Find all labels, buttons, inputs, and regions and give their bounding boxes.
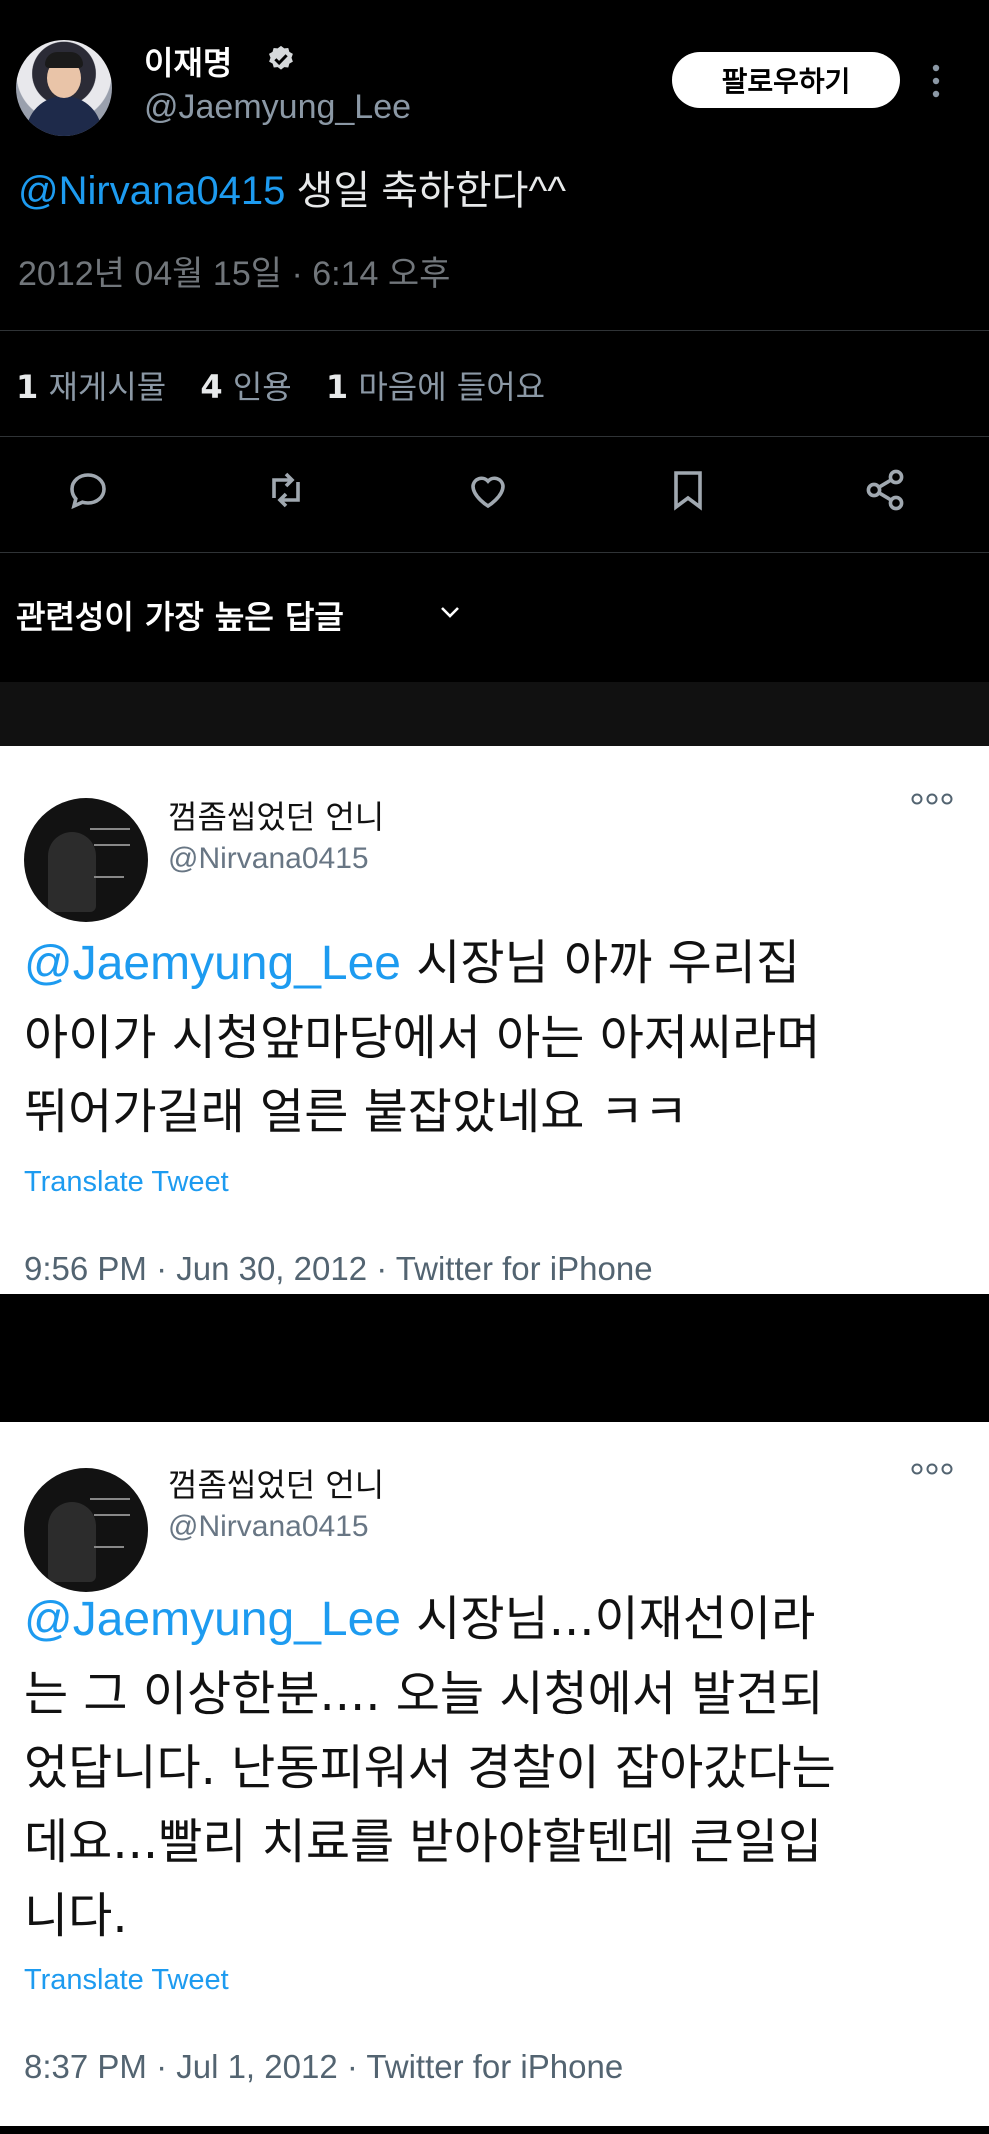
reply-icon[interactable] <box>64 466 112 514</box>
more-options-icon[interactable] <box>910 792 954 806</box>
more-options-icon[interactable] <box>910 1462 954 1476</box>
more-options-icon[interactable] <box>932 64 940 98</box>
reply-meta[interactable]: 9:56 PM · Jun 30, 2012 · Twitter for iPh… <box>24 1250 653 1288</box>
replies-sort-dropdown[interactable]: 관련성이 가장 높은 답글 <box>16 592 344 638</box>
like-heart-icon[interactable] <box>464 466 512 514</box>
reply-author-name[interactable]: 껌좀씹었던 언니 <box>168 792 384 838</box>
verified-badge-icon <box>269 45 293 70</box>
tweet-body: 생일 축하한다^^ <box>285 169 566 213</box>
tweet-timestamp[interactable]: 2012년 04월 15일 · 6:14 오후 <box>18 246 450 295</box>
divider <box>0 552 989 553</box>
translate-tweet-link[interactable]: Translate Tweet <box>24 1166 229 1199</box>
stat-quotes[interactable]: 4 인용 <box>200 368 291 406</box>
stat-reposts[interactable]: 1 재게시물 <box>16 368 166 406</box>
divider <box>0 436 989 437</box>
bookmark-icon[interactable] <box>664 466 712 514</box>
reply-text: @Jaemyung_Lee 시장님 아까 우리집 아이가 시청앞마당에서 아는 … <box>24 935 821 1140</box>
divider <box>0 330 989 331</box>
tweet-stats: 1 재게시물 4 인용 1 마음에 들어요 <box>16 362 569 408</box>
reply-author-handle[interactable]: @Nirvana0415 <box>168 1510 369 1544</box>
section-gap <box>0 1294 989 1422</box>
stat-likes[interactable]: 1 마음에 들어요 <box>326 368 545 406</box>
reply-mention-link[interactable]: @Jaemyung_Lee <box>24 937 401 990</box>
reply-text: @Jaemyung_Lee 시장님...이재선이라 는 그 이상한분.... 오… <box>24 1591 836 1944</box>
reply-mention-link[interactable]: @Jaemyung_Lee <box>24 1593 401 1646</box>
author-avatar[interactable] <box>16 40 112 136</box>
section-gap <box>0 682 989 746</box>
reply-card-2: 껌좀씹었던 언니 @Nirvana0415 @Jaemyung_Lee 시장님.… <box>0 1422 989 2126</box>
main-tweet: 이재명 @Jaemyung_Lee 팔로우하기 @Nirvana0415 생일 … <box>0 0 989 682</box>
reply-meta[interactable]: 8:37 PM · Jul 1, 2012 · Twitter for iPho… <box>24 2048 623 2086</box>
reply-author-handle[interactable]: @Nirvana0415 <box>168 842 369 876</box>
share-icon[interactable] <box>862 466 910 514</box>
reply-card-1: 껌좀씹었던 언니 @Nirvana0415 @Jaemyung_Lee 시장님 … <box>0 746 989 1294</box>
translate-tweet-link[interactable]: Translate Tweet <box>24 1964 229 1997</box>
author-handle[interactable]: @Jaemyung_Lee <box>144 88 411 127</box>
tweet-mention-link[interactable]: @Nirvana0415 <box>18 169 285 213</box>
reply-avatar[interactable] <box>24 1468 148 1592</box>
chevron-down-icon[interactable] <box>438 602 462 622</box>
author-name[interactable]: 이재명 <box>144 38 232 84</box>
tweet-text: @Nirvana0415 생일 축하한다^^ <box>18 158 566 216</box>
follow-button[interactable]: 팔로우하기 <box>672 52 900 108</box>
reply-author-name[interactable]: 껌좀씹었던 언니 <box>168 1460 384 1506</box>
repost-icon[interactable] <box>262 466 310 514</box>
reply-avatar[interactable] <box>24 798 148 922</box>
